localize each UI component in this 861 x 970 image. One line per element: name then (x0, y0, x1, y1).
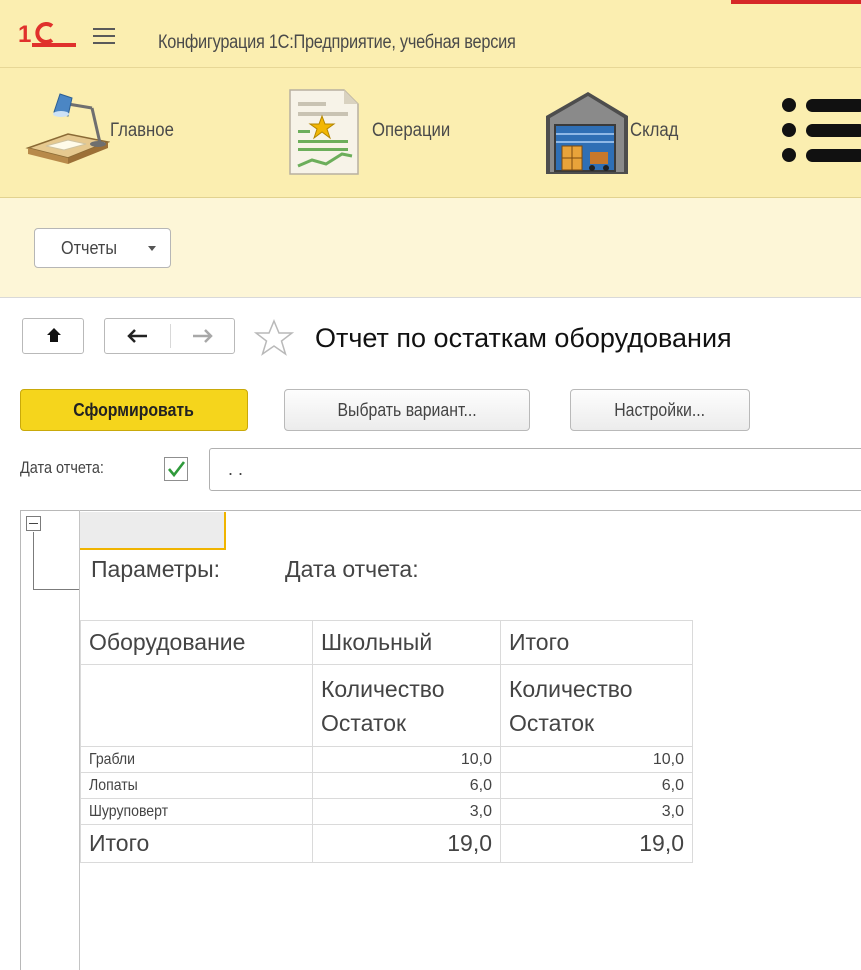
reports-dropdown-label: Отчеты (61, 238, 117, 258)
grouping-line (33, 532, 34, 590)
table-row: Шуруповерт 3,0 3,0 (80, 798, 693, 825)
section-main[interactable]: Главное (20, 86, 183, 176)
row-name: Лопаты (89, 776, 138, 794)
home-button[interactable] (22, 318, 84, 354)
sections-panel: Главное Операции Склад (0, 68, 861, 198)
subheader-total-qty[interactable]: Количество Остаток (500, 664, 693, 747)
page-title: Отчет по остаткам оборудования (315, 323, 732, 353)
subheader-school-qty-line1: Количество (321, 675, 445, 702)
header-equipment[interactable]: Оборудование (80, 620, 313, 665)
chevron-down-icon (148, 246, 156, 251)
row-name-cell[interactable]: Лопаты (80, 772, 313, 799)
subheader-total-qty-line2: Остаток (509, 709, 595, 736)
back-arrow-icon[interactable] (105, 319, 170, 353)
history-nav (104, 318, 235, 354)
header-equipment-continued[interactable] (80, 664, 313, 747)
total-overall-qty[interactable]: 19,0 (500, 824, 693, 863)
report-table: Оборудование Школьный Итого Количество О… (80, 620, 693, 863)
row-school-qty[interactable]: 3,0 (312, 798, 501, 825)
warehouse-icon (546, 92, 628, 174)
section-warehouse-label: Склад (630, 120, 679, 141)
params-date-label: Дата отчета: (285, 556, 419, 582)
settings-label: Настройки... (614, 400, 706, 420)
select-variant-label: Выбрать вариант... (337, 400, 477, 420)
report-date-field[interactable] (209, 448, 861, 491)
section-warehouse[interactable]: Склад (540, 86, 685, 176)
home-icon (47, 328, 61, 342)
generate-button-label: Сформировать (73, 400, 195, 420)
forward-arrow-icon[interactable] (171, 319, 235, 353)
report-date-checkbox[interactable] (164, 457, 188, 481)
1c-logo-icon[interactable]: 1 (18, 20, 78, 48)
selected-cell[interactable] (80, 512, 226, 550)
svg-text:1: 1 (18, 21, 31, 48)
subheader-school-qty[interactable]: Количество Остаток (312, 664, 501, 747)
generate-button[interactable]: Сформировать (20, 389, 248, 431)
operations-document-icon (289, 89, 359, 175)
title-bar: 1 Конфигурация 1С:Предприятие, учебная в… (0, 0, 861, 68)
table-subheader-row: Количество Остаток Количество Остаток (80, 664, 693, 747)
row-total-qty[interactable]: 10,0 (500, 746, 693, 773)
favorite-star-icon[interactable] (254, 318, 294, 358)
row-name: Грабли (89, 750, 136, 768)
settings-button[interactable]: Настройки... (570, 389, 750, 431)
row-total-qty[interactable]: 3,0 (500, 798, 693, 825)
section-operations-label: Операции (372, 120, 451, 141)
main-menu-icon[interactable] (93, 28, 115, 44)
reports-dropdown-button[interactable]: Отчеты (34, 228, 171, 268)
table-row: Лопаты 6,0 6,0 (80, 772, 693, 799)
app-title: Конфигурация 1С:Предприятие, учебная вер… (158, 32, 516, 53)
window-accent-strip (731, 0, 861, 4)
table-header-row: Оборудование Школьный Итого (80, 620, 693, 665)
checkmark-icon (168, 461, 186, 478)
row-name: Шуруповерт (89, 802, 169, 820)
select-variant-button[interactable]: Выбрать вариант... (284, 389, 530, 431)
collapse-group-icon[interactable] (26, 516, 41, 531)
header-school[interactable]: Школьный (312, 620, 501, 665)
row-name-cell[interactable]: Грабли (80, 746, 313, 773)
total-label[interactable]: Итого (80, 824, 313, 863)
params-label: Параметры: (91, 556, 220, 582)
desk-lamp-icon (25, 93, 110, 164)
actions-panel: Отчеты (0, 198, 861, 298)
row-school-qty[interactable]: 10,0 (312, 746, 501, 773)
subheader-total-qty-line1: Количество (509, 675, 633, 702)
row-school-qty[interactable]: 6,0 (312, 772, 501, 799)
section-operations[interactable]: Операции (282, 86, 461, 176)
total-school-qty[interactable]: 19,0 (312, 824, 501, 863)
section-main-label: Главное (110, 120, 174, 141)
subheader-school-qty-line2: Остаток (321, 709, 407, 736)
header-total[interactable]: Итого (500, 620, 693, 665)
grouping-line-horizontal (33, 589, 79, 590)
row-total-qty[interactable]: 6,0 (500, 772, 693, 799)
table-row: Грабли 10,0 10,0 (80, 746, 693, 773)
row-name-cell[interactable]: Шуруповерт (80, 798, 313, 825)
all-functions-menu-icon[interactable] (778, 92, 861, 168)
table-total-row: Итого 19,0 19,0 (80, 824, 693, 863)
report-date-label: Дата отчета: (20, 458, 104, 477)
